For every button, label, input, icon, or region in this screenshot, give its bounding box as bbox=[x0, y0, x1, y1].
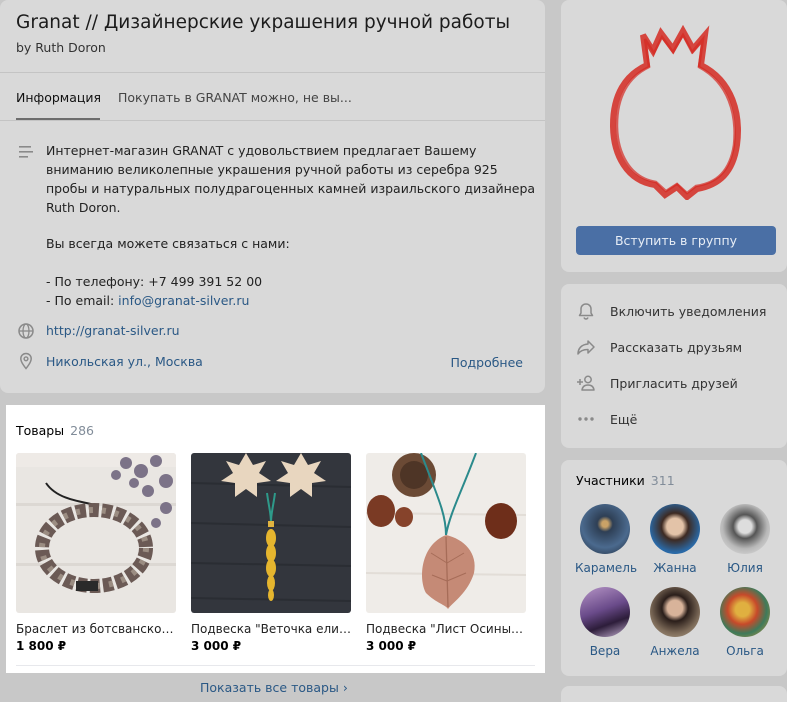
add-user-icon bbox=[575, 372, 597, 394]
avatar[interactable] bbox=[580, 504, 630, 554]
avatar[interactable] bbox=[650, 504, 700, 554]
invite-friends-action[interactable]: Пригласить друзей bbox=[575, 372, 738, 394]
product-name[interactable]: Подвеска "Лист Осины"... bbox=[366, 622, 526, 636]
member-item[interactable]: Жанна bbox=[645, 504, 705, 575]
pomegranate-logo[interactable] bbox=[601, 25, 751, 200]
contact-email-link[interactable]: info@granat-silver.ru bbox=[118, 293, 249, 308]
member-name[interactable]: Вера bbox=[575, 644, 635, 658]
more-action[interactable]: Ещё bbox=[575, 408, 637, 430]
show-all-goods-link[interactable]: Показать все товары › bbox=[200, 680, 348, 695]
goods-card: Товары 286 Браслет из ботсванског... 1 8… bbox=[6, 405, 545, 673]
product-image-pendant-twig[interactable] bbox=[191, 453, 351, 613]
member-name[interactable]: Юлия bbox=[715, 561, 775, 575]
contact-phone: - По телефону: +7 499 391 52 00 bbox=[46, 274, 263, 289]
product-image-bracelet[interactable] bbox=[16, 453, 176, 613]
location-pin-icon bbox=[20, 352, 32, 370]
share-icon bbox=[575, 336, 597, 358]
member-name[interactable]: Жанна bbox=[645, 561, 705, 575]
bell-icon bbox=[575, 300, 597, 322]
more-icon bbox=[575, 408, 597, 430]
contact-email-prefix: - По email: bbox=[46, 293, 119, 308]
member-name[interactable]: Карамель bbox=[575, 561, 637, 575]
product-price: 3 000 ₽ bbox=[366, 639, 417, 653]
product-image-pendant-leaf[interactable] bbox=[366, 453, 526, 613]
contact-email-line: - По email: info@granat-silver.ru bbox=[46, 293, 249, 308]
contact-intro: Вы всегда можете связаться с нами: bbox=[46, 236, 290, 251]
product-name[interactable]: Подвеска "Веточка ели"... bbox=[191, 622, 351, 636]
group-description: Интернет-магазин GRANAT с удовольствием … bbox=[46, 143, 536, 215]
member-item[interactable]: Анжела bbox=[645, 587, 705, 658]
address-link[interactable]: Никольская ул., Москва bbox=[46, 354, 203, 369]
goods-count: 286 bbox=[70, 423, 94, 438]
goods-header[interactable]: Товары 286 bbox=[16, 423, 94, 438]
members-count: 311 bbox=[650, 473, 675, 488]
group-info-card: Granat // Дизайнерские украшения ручной … bbox=[0, 0, 545, 393]
share-with-friends-action[interactable]: Рассказать друзьям bbox=[575, 336, 742, 358]
action-label: Рассказать друзьям bbox=[610, 339, 743, 355]
member-item[interactable]: Карамель bbox=[575, 504, 637, 575]
members-header[interactable]: Участники 311 bbox=[576, 473, 675, 488]
product-card[interactable]: Подвеска "Лист Осины"... 3 000 ₽ bbox=[366, 453, 526, 653]
action-label: Включить уведомления bbox=[610, 303, 767, 319]
group-actions-card: Включить уведомления Рассказать друзьям … bbox=[561, 284, 787, 448]
avatar[interactable] bbox=[650, 587, 700, 637]
divider bbox=[0, 120, 545, 121]
group-byline: by Ruth Doron bbox=[16, 40, 106, 55]
member-name[interactable]: Анжела bbox=[645, 644, 705, 658]
member-item[interactable]: Юлия bbox=[715, 504, 775, 575]
page-title: Granat // Дизайнерские украшения ручной … bbox=[16, 12, 511, 33]
product-card[interactable]: Подвеска "Веточка ели"... 3 000 ₽ bbox=[191, 453, 351, 653]
member-item[interactable]: Ольга bbox=[715, 587, 775, 658]
divider bbox=[16, 665, 535, 666]
join-group-button[interactable]: Вступить в группу bbox=[576, 226, 776, 255]
product-card[interactable]: Браслет из ботсванског... 1 800 ₽ bbox=[16, 453, 176, 653]
text-lines-icon bbox=[19, 146, 33, 158]
enable-notifications-action[interactable]: Включить уведомления bbox=[575, 300, 766, 322]
product-price: 3 000 ₽ bbox=[191, 639, 242, 653]
avatar[interactable] bbox=[580, 587, 630, 637]
member-name[interactable]: Ольга bbox=[715, 644, 775, 658]
avatar[interactable] bbox=[720, 587, 770, 637]
product-name[interactable]: Браслет из ботсванског... bbox=[16, 622, 176, 636]
avatar[interactable] bbox=[720, 504, 770, 554]
tab-info[interactable]: Информация bbox=[16, 90, 101, 105]
group-avatar-card: Вступить в группу bbox=[561, 0, 787, 272]
divider bbox=[0, 72, 545, 73]
next-card bbox=[561, 686, 787, 702]
more-details-link[interactable]: Подробнее bbox=[450, 355, 523, 370]
members-card: Участники 311 Карамель Жанна Юлия Вера Ан… bbox=[561, 460, 787, 676]
globe-icon bbox=[18, 323, 34, 339]
action-label: Ещё bbox=[610, 411, 638, 427]
members-title: Участники bbox=[576, 473, 645, 488]
website-link[interactable]: http://granat-silver.ru bbox=[46, 323, 180, 338]
goods-title: Товары bbox=[16, 423, 65, 438]
product-price: 1 800 ₽ bbox=[16, 639, 67, 653]
member-item[interactable]: Вера bbox=[575, 587, 635, 658]
action-label: Пригласить друзей bbox=[610, 375, 738, 391]
tab-buy-info[interactable]: Покупать в GRANAT можно, не вы... bbox=[118, 90, 352, 105]
